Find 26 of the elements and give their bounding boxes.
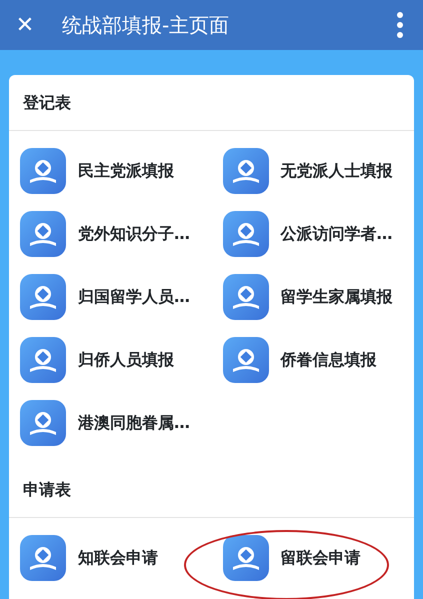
- form-icon: [20, 274, 66, 320]
- form-link[interactable]: 知联会申请: [78, 546, 158, 570]
- form-link[interactable]: 留学生家属填报: [280, 284, 392, 308]
- form-link[interactable]: 归侨人员填报: [78, 348, 174, 372]
- close-button[interactable]: ✕: [0, 8, 50, 42]
- page-title: 统战部填报-主页面: [62, 12, 230, 39]
- form-icon: [20, 148, 66, 194]
- form-link[interactable]: 港澳同胞眷属…: [78, 410, 190, 434]
- form-icon: [222, 274, 268, 320]
- form-link[interactable]: 党外知识分子…: [78, 222, 190, 246]
- form-icon: [20, 400, 66, 446]
- section-heading: 申请表: [9, 462, 414, 518]
- form-link[interactable]: 民主党派填报: [78, 158, 174, 182]
- form-icon: [20, 534, 66, 580]
- form-icon: [222, 210, 268, 256]
- form-icon: [20, 336, 66, 382]
- form-link[interactable]: 无党派人士填报: [280, 158, 392, 182]
- form-link[interactable]: 公派访问学者…: [280, 222, 392, 246]
- form-icon: [222, 148, 268, 194]
- form-icon: [20, 210, 66, 256]
- form-link[interactable]: 留联会申请: [280, 546, 360, 570]
- form-icon: [222, 336, 268, 382]
- section-heading: 登记表: [9, 75, 414, 131]
- form-link[interactable]: 侨眷信息填报: [280, 348, 376, 372]
- form-icon: [222, 534, 268, 580]
- form-link[interactable]: 归国留学人员…: [78, 284, 190, 308]
